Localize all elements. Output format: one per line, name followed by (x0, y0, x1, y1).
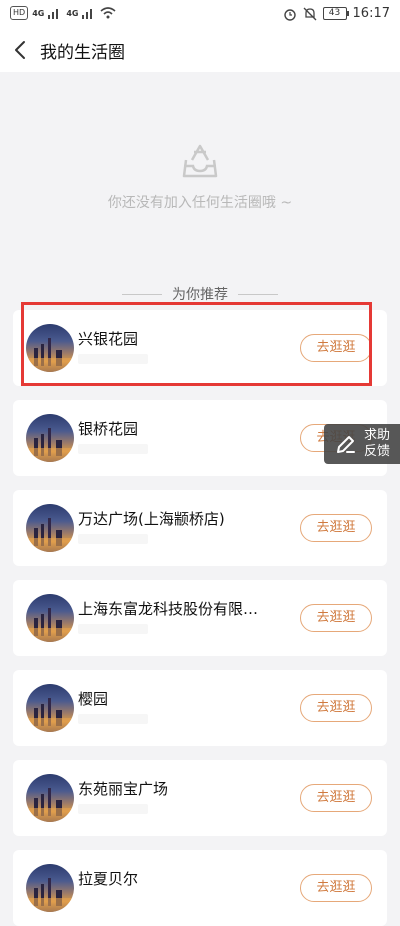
battery-indicator: 43 (322, 7, 349, 20)
circle-name: 兴银花园 (78, 330, 139, 348)
chevron-left-icon (15, 41, 25, 59)
circle-subtitle (78, 444, 148, 454)
back-button[interactable] (0, 28, 40, 72)
circle-avatar (26, 414, 74, 462)
status-time: 16:17 (352, 6, 390, 21)
visit-button[interactable]: 去逛逛 (300, 604, 372, 632)
alarm-icon (283, 8, 296, 21)
circle-avatar (26, 774, 74, 822)
help-feedback-button[interactable]: 求助 反馈 (324, 424, 400, 464)
page-title: 我的生活圈 (40, 42, 125, 63)
circle-subtitle (78, 714, 148, 724)
circle-card[interactable]: 兴银花园 去逛逛 (13, 310, 387, 386)
signal-icon-2 (82, 9, 93, 19)
signal-icon (48, 9, 59, 19)
circle-subtitle (78, 354, 148, 364)
circle-avatar (26, 864, 74, 912)
help-label-line2: 反馈 (364, 444, 391, 459)
circle-name: 上海东富龙科技股份有限… (78, 600, 259, 618)
empty-message: 你还没有加入任何生活圈哦 ~ (107, 195, 293, 211)
circle-name: 万达广场(上海颛桥店) (78, 510, 225, 528)
recommend-label: 为你推荐 (172, 287, 228, 303)
circle-card[interactable]: 拉夏贝尔 去逛逛 (13, 850, 387, 926)
circle-card[interactable]: 东苑丽宝广场 去逛逛 (13, 760, 387, 836)
status-left: HD 4G 4G (10, 6, 116, 20)
circle-name: 东苑丽宝广场 (78, 780, 169, 798)
circle-card[interactable]: 樱园 去逛逛 (13, 670, 387, 746)
status-bar: HD 4G 4G 43 16:17 (0, 0, 400, 28)
circle-name: 银桥花园 (78, 420, 139, 438)
circle-avatar (26, 324, 74, 372)
empty-box-icon (182, 144, 218, 178)
hd-badge: HD (10, 6, 29, 20)
help-label: 求助 反馈 (364, 428, 390, 460)
circle-card[interactable]: 万达广场(上海颛桥店) 去逛逛 (13, 490, 387, 566)
help-label-line1: 求助 (364, 428, 391, 443)
circle-subtitle (78, 534, 148, 544)
divider-right (238, 293, 278, 295)
visit-button[interactable]: 去逛逛 (300, 334, 372, 362)
visit-button[interactable]: 去逛逛 (300, 784, 372, 812)
divider-left (122, 293, 162, 295)
circle-subtitle (78, 804, 148, 814)
empty-state: 你还没有加入任何生活圈哦 ~ (0, 72, 400, 292)
recommend-header: 为你推荐 (0, 284, 400, 304)
circle-subtitle (78, 624, 148, 634)
visit-button[interactable]: 去逛逛 (300, 874, 372, 902)
circle-avatar (26, 684, 74, 732)
visit-button[interactable]: 去逛逛 (300, 514, 372, 542)
network-badge-2: 4G (66, 8, 79, 18)
wifi-icon (100, 7, 116, 19)
network-badge-1: 4G (32, 8, 45, 18)
circle-avatar (26, 504, 74, 552)
circle-name: 拉夏贝尔 (78, 870, 139, 888)
status-right: 43 16:17 (283, 6, 390, 21)
circle-card[interactable]: 上海东富龙科技股份有限… 去逛逛 (13, 580, 387, 656)
edit-icon (337, 436, 355, 453)
circle-avatar (26, 594, 74, 642)
top-nav: 我的生活圈 (0, 28, 400, 72)
visit-button[interactable]: 去逛逛 (300, 694, 372, 722)
mute-icon (303, 7, 316, 20)
circle-name: 樱园 (78, 690, 109, 708)
